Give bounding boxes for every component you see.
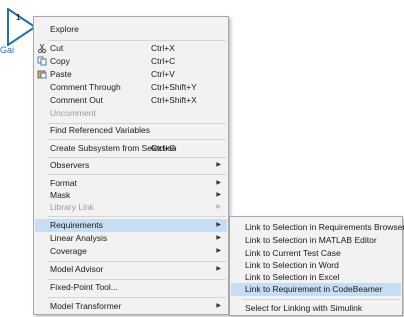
menu-item-label: Uncomment [50,108,96,118]
gain-block-name: Gai [0,45,15,55]
menu-item-coverage[interactable]: Coverage ▶ [35,245,227,258]
menu-item-label: Copy [50,56,70,66]
menu-item-label: Observers [50,160,90,170]
menu-item-find-referenced-variables[interactable]: Find Referenced Variables [35,124,227,137]
menu-item-fixed-point-tool[interactable]: Fixed-Point Tool... [35,281,227,294]
context-menu: Explore Cut Ctrl+X Copy Ctrl+C Paste Ctr… [33,16,229,315]
menu-item-linear-analysis[interactable]: Linear Analysis ▶ [35,232,227,245]
menu-item-uncomment: Uncomment [35,107,227,120]
menu-separator [48,174,226,175]
menu-item-label: Find Referenced Variables [50,125,151,135]
submenu-item-select-for-linking[interactable]: Select for Linking with Simulink [231,302,401,315]
menu-shortcut: Ctrl+Shift+X [151,95,197,105]
paste-icon [37,70,47,79]
menu-item-explore[interactable]: Explore [35,23,227,36]
menu-separator [48,157,226,158]
menu-item-label: Paste [50,69,72,79]
menu-item-label: Requirements [50,220,103,230]
menu-shortcut: Ctrl+G [151,143,176,153]
requirements-submenu: Link to Selection in Requirements Browse… [229,216,404,316]
menu-shortcut: Ctrl+C [151,56,176,66]
scissors-icon [37,43,47,53]
menu-shortcut: Ctrl+V [151,69,175,79]
submenu-item-link-requirements-browser[interactable]: Link to Selection in Requirements Browse… [231,221,404,234]
menu-separator [48,139,226,140]
menu-item-paste[interactable]: Paste Ctrl+V [35,68,227,81]
menu-item-label: Cut [50,43,64,53]
submenu-arrow-icon: ▶ [216,222,221,228]
menu-item-label: Library Link [50,202,94,212]
menu-item-label: Explore [50,24,79,34]
menu-item-label: Comment Through [50,82,121,92]
menu-item-label: Link to Selection in Requirements Browse… [245,222,404,232]
menu-item-cut[interactable]: Cut Ctrl+X [35,42,227,55]
menu-separator [48,261,226,262]
submenu-arrow-icon: ▶ [216,303,221,309]
menu-item-label: Link to Requirement in CodeBeamer [245,284,383,294]
menu-separator [48,40,226,41]
menu-item-label: Coverage [50,246,87,256]
menu-item-observers[interactable]: Observers ▶ [35,159,227,172]
menu-item-copy[interactable]: Copy Ctrl+C [35,55,227,68]
submenu-arrow-icon: ▶ [216,235,221,241]
menu-item-requirements[interactable]: Requirements ▶ [35,219,227,232]
menu-item-library-link: Library Link ▶ [35,201,227,214]
menu-item-label: Linear Analysis [50,233,108,243]
menu-item-create-subsystem[interactable]: Create Subsystem from Selection Ctrl+G [35,142,227,155]
menu-item-comment-out[interactable]: Comment Out Ctrl+Shift+X [35,94,227,107]
menu-item-label: Select for Linking with Simulink [245,303,363,313]
menu-separator [242,299,400,300]
menu-item-label: Model Transformer [50,301,122,311]
menu-separator [48,216,226,217]
submenu-item-link-codebeamer[interactable]: Link to Requirement in CodeBeamer [231,283,401,296]
menu-item-label: Comment Out [50,95,103,105]
menu-item-label: Link to Selection in MATLAB Editor [245,235,377,245]
menu-item-comment-through[interactable]: Comment Through Ctrl+Shift+Y [35,81,227,94]
menu-separator [48,297,226,298]
submenu-item-link-matlab-editor[interactable]: Link to Selection in MATLAB Editor [231,234,401,247]
menu-shortcut: Ctrl+X [151,43,175,53]
submenu-arrow-icon: ▶ [216,266,221,272]
submenu-arrow-icon: ▶ [216,162,221,168]
submenu-arrow-icon: ▶ [216,204,221,210]
menu-shortcut: Ctrl+Shift+Y [151,82,197,92]
gain-block-value: 1 [16,12,21,22]
copy-icon [37,56,47,66]
menu-item-model-transformer[interactable]: Model Transformer ▶ [35,300,227,313]
menu-item-label: Fixed-Point Tool... [50,282,118,292]
menu-item-label: Model Advisor [50,264,104,274]
menu-item-model-advisor[interactable]: Model Advisor ▶ [35,263,227,276]
submenu-arrow-icon: ▶ [216,248,221,254]
menu-separator [48,279,226,280]
